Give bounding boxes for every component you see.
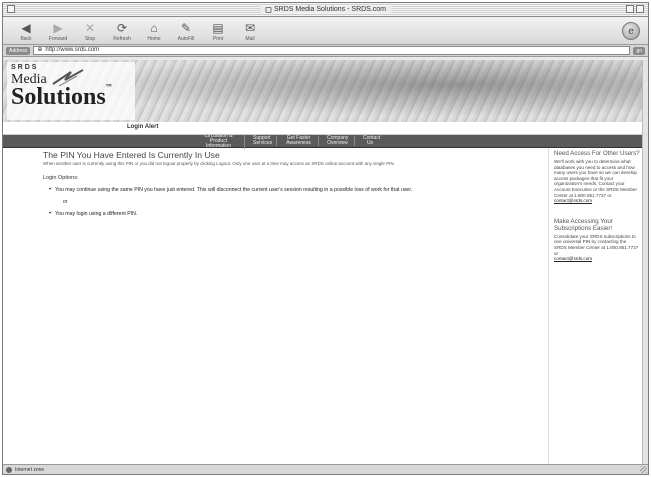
bullet-icon: • — [49, 187, 52, 193]
nav-awareness[interactable]: Get Faster Awareness — [285, 136, 319, 146]
window-title-text: SRDS Media Solutions - SRDS.com — [273, 6, 387, 13]
page-viewport: SRDS Media Solutions™ Login Alert Circul… — [3, 60, 648, 464]
forward-label: Forward — [48, 36, 68, 42]
stop-icon: ✕ — [84, 21, 96, 35]
print-button[interactable]: ▤ Print — [203, 21, 233, 42]
url-text: http://www.srds.com — [45, 47, 100, 53]
or-separator: or — [63, 199, 68, 205]
url-field[interactable]: ⊕ http://www.srds.com — [33, 46, 631, 55]
option-different-pin-text: You may login using a different PIN. — [55, 211, 138, 217]
sidebar-heading-subscriptions: Make Accessing Your Subscriptions Easier… — [554, 217, 613, 232]
login-options-title: Login Options: — [43, 175, 79, 181]
address-bar: Address ⊕ http://www.srds.com go — [3, 45, 648, 57]
option-different-pin[interactable]: • You may login using a different PIN. — [43, 211, 538, 218]
print-label: Print — [212, 36, 224, 42]
option-continue[interactable]: • You may continue using the same PIN yo… — [43, 187, 538, 194]
collapse-window-button[interactable] — [636, 5, 644, 13]
refresh-icon: ⟳ — [116, 21, 128, 35]
site-banner: SRDS Media Solutions™ — [3, 60, 648, 122]
back-label: Back — [20, 36, 32, 42]
browser-window: SRDS Media Solutions - SRDS.com ◀ Back ▶… — [2, 2, 649, 475]
main-column: The PIN You Have Entered Is Currently In… — [3, 148, 548, 464]
browser-logo-icon: e — [622, 22, 640, 40]
sidebar: Need Access For Other Users? We'll work … — [548, 148, 640, 464]
autofill-button[interactable]: ✎ AutoFill — [171, 21, 201, 42]
status-text: Internet zone — [15, 466, 45, 473]
title-bar[interactable]: SRDS Media Solutions - SRDS.com — [3, 3, 648, 17]
login-strip: Login Alert — [3, 122, 648, 135]
close-window-button[interactable] — [7, 5, 15, 13]
address-label: Address — [6, 46, 31, 55]
back-arrow-icon: ◀ — [21, 21, 31, 35]
intro-text: When another user is currently using thi… — [43, 161, 395, 166]
sidebar-text-access: We'll work with you to determine what da… — [554, 159, 637, 198]
logo-trademark: ™ — [105, 84, 112, 90]
sidebar-heading-access: Need Access For Other Users? — [554, 150, 640, 157]
back-button[interactable]: ◀ Back — [11, 21, 41, 42]
stop-label: Stop — [84, 36, 96, 42]
srds-logo[interactable]: SRDS Media Solutions™ — [7, 62, 135, 120]
option-continue-text: You may continue using the same PIN you … — [55, 187, 413, 193]
zoom-window-button[interactable] — [626, 5, 634, 13]
autofill-icon: ✎ — [180, 21, 192, 35]
vertical-scrollbar[interactable] — [642, 60, 648, 464]
sidebar-text-subscriptions: Consolidate your SRDS subscriptions to o… — [554, 233, 639, 256]
bullet-icon: • — [49, 211, 52, 217]
status-bar: Internet zone — [3, 464, 648, 474]
site-nav: Circulation & Product Information Suppor… — [3, 133, 648, 149]
stop-button[interactable]: ✕ Stop — [75, 21, 105, 42]
page-content: The PIN You Have Entered Is Currently In… — [3, 148, 640, 464]
browser-toolbar: ◀ Back ▶ Forward ✕ Stop ⟳ Refresh ⌂ Home… — [3, 17, 648, 45]
refresh-button[interactable]: ⟳ Refresh — [107, 21, 137, 42]
go-button[interactable]: go — [633, 46, 645, 55]
home-icon: ⌂ — [150, 21, 158, 35]
forward-arrow-icon: ▶ — [53, 21, 63, 35]
mail-icon: ✉ — [244, 21, 256, 35]
nav-support[interactable]: Support Services — [253, 136, 277, 146]
page-title: The PIN You Have Entered Is Currently In… — [43, 150, 220, 160]
print-icon: ▤ — [212, 21, 224, 35]
zone-icon — [6, 466, 12, 473]
page-icon — [264, 6, 271, 13]
home-button[interactable]: ⌂ Home — [139, 21, 169, 42]
resize-grip[interactable] — [640, 466, 647, 473]
window-title: SRDS Media Solutions - SRDS.com — [259, 6, 392, 13]
login-alert-label: Login Alert — [127, 124, 159, 130]
sidebar-link-subscriptions[interactable]: contact@srds.com — [554, 256, 640, 262]
autofill-label: AutoFill — [177, 36, 195, 42]
nav-contact[interactable]: Contact Us — [363, 136, 383, 146]
page-favicon-icon: ⊕ — [37, 47, 43, 53]
home-label: Home — [147, 36, 161, 42]
logo-solutions-word: Solutions — [11, 84, 106, 110]
logo-srds-text: SRDS — [11, 64, 39, 71]
nav-company[interactable]: Company Overview — [327, 136, 355, 146]
mail-button[interactable]: ✉ Mail — [235, 21, 265, 42]
refresh-label: Refresh — [113, 36, 131, 42]
nav-circulation[interactable]: Circulation & Product Information — [199, 133, 245, 149]
forward-button[interactable]: ▶ Forward — [43, 21, 73, 42]
mail-label: Mail — [245, 36, 255, 42]
logo-solutions-text: Solutions™ — [11, 84, 112, 111]
